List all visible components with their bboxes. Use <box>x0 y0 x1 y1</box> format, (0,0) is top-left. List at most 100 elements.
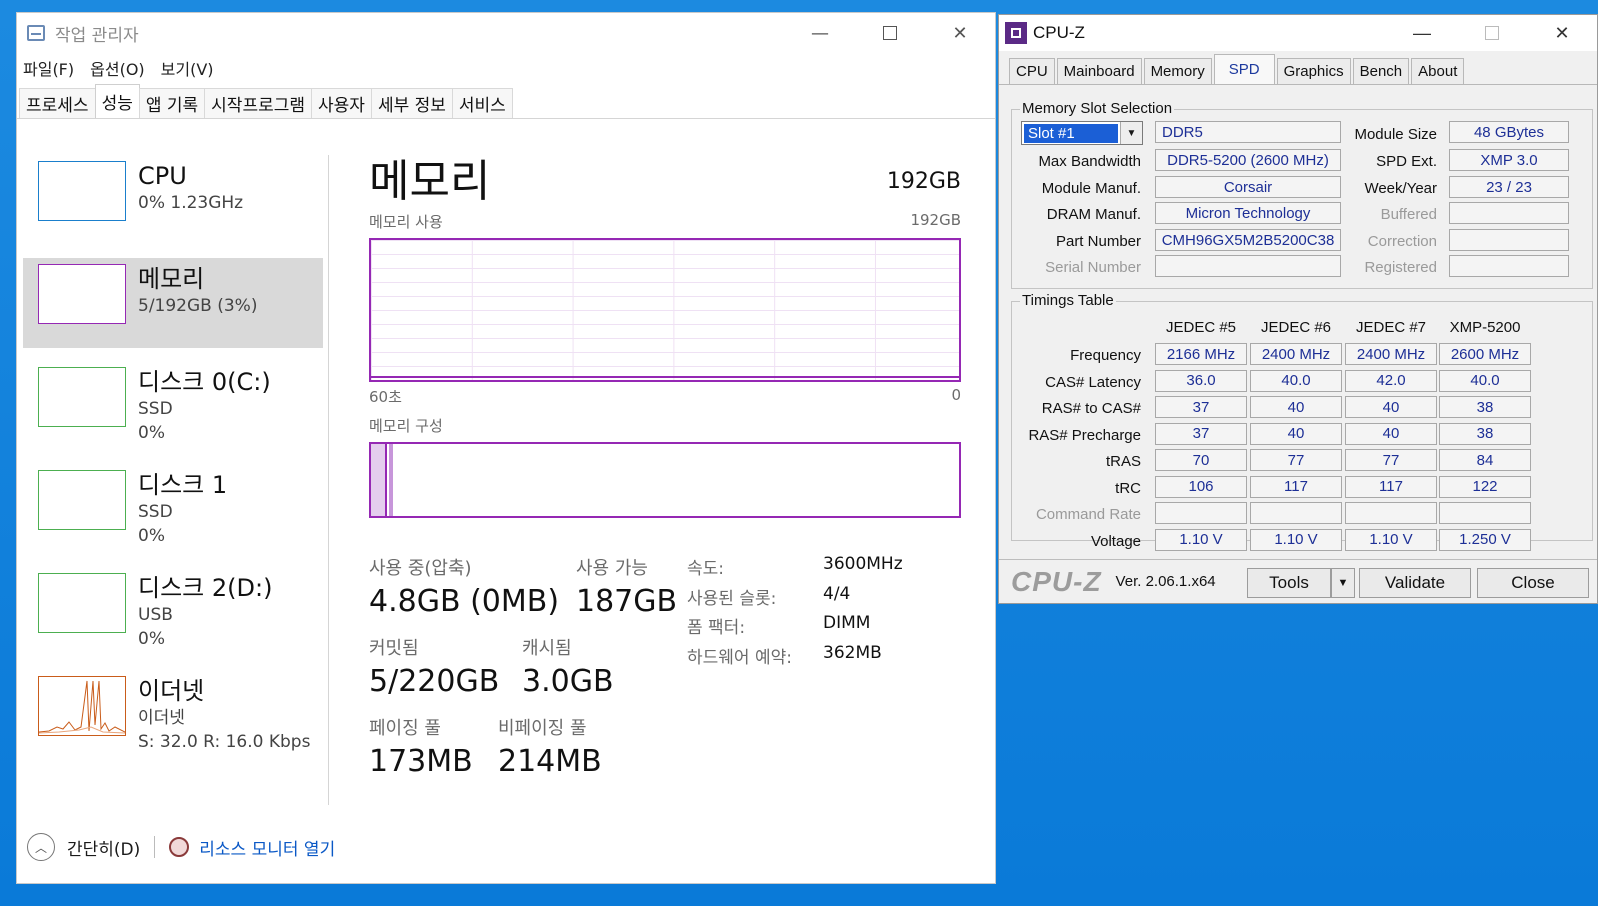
timing-cell: 1.10 V <box>1250 528 1342 551</box>
dram-manuf-label: DRAM Manuf. <box>1046 206 1141 223</box>
spd-ext-field: XMP 3.0 <box>1449 149 1569 171</box>
stat-value: 3.0GB <box>522 664 614 699</box>
title-bar[interactable]: 작업 관리자 — ✕ <box>17 13 995 53</box>
cpu-thumbnail <box>38 161 126 221</box>
cpuz-tab-memory[interactable]: Memory <box>1143 58 1212 84</box>
tab-startup[interactable]: 시작프로그램 <box>204 88 313 118</box>
timing-cell: 1.10 V <box>1155 528 1247 551</box>
memory-composition-bar <box>369 442 961 518</box>
cpuz-title-bar[interactable]: CPU-Z — ✕ <box>999 15 1597 51</box>
tab-app-history[interactable]: 앱 기록 <box>138 88 206 118</box>
resource-throughput: S: 32.0 R: 16.0 Kbps <box>138 732 311 752</box>
ethernet-mini-graph <box>39 680 125 734</box>
timing-cell: 40.0 <box>1439 369 1531 392</box>
timing-cell: 77 <box>1250 449 1342 471</box>
close-app-button[interactable]: Close <box>1477 568 1589 598</box>
resource-monitor-icon <box>169 837 190 857</box>
resource-memory[interactable]: 메모리 5/192GB (3%) <box>23 258 323 348</box>
stat-in-use: 사용 중(압축) 4.8GB (0MB) <box>369 554 559 619</box>
tab-users[interactable]: 사용자 <box>311 88 372 118</box>
menu-options[interactable]: 옵션(O) <box>90 56 145 80</box>
max-bandwidth-label: Max Bandwidth <box>1038 153 1141 170</box>
timing-cell: 40 <box>1250 396 1342 418</box>
resource-cpu[interactable]: CPU 0% 1.23GHz <box>23 155 323 245</box>
timing-cell: 117 <box>1345 475 1437 498</box>
tab-services[interactable]: 서비스 <box>451 88 513 118</box>
stat-label: 사용 중(압축) <box>369 558 472 579</box>
cpuz-maximize-button[interactable] <box>1457 15 1527 51</box>
tools-button[interactable]: Tools <box>1247 568 1331 598</box>
memory-thumbnail <box>38 264 126 324</box>
cpuz-tab-cpu[interactable]: CPU <box>1009 58 1055 84</box>
resource-disk-0[interactable]: 디스크 0(C:) SSD 0% <box>23 361 323 451</box>
timing-cell: 106 <box>1155 475 1247 498</box>
collapse-chevron-icon[interactable]: ︿ <box>27 833 55 861</box>
cpuz-tab-bench[interactable]: Bench <box>1352 58 1410 84</box>
part-number-label: Part Number <box>1055 233 1141 250</box>
tools-dropdown-button[interactable]: ▼ <box>1331 568 1355 598</box>
open-resource-monitor-link[interactable]: 리소스 모니터 열기 <box>199 835 335 860</box>
usage-line <box>371 376 959 378</box>
cpuz-close-button[interactable]: ✕ <box>1527 15 1597 51</box>
timing-row-label: Voltage <box>1090 532 1141 550</box>
timing-cell: 2600 MHz <box>1439 343 1531 365</box>
cpuz-tab-strip: CPU Mainboard Memory SPD Graphics Bench … <box>999 51 1597 85</box>
task-manager-window: 작업 관리자 — ✕ 파일(F) 옵션(O) 보기(V) 프로세스 성능 앱 기… <box>16 12 996 884</box>
maximize-button[interactable] <box>855 13 925 53</box>
tools-label: Tools <box>1269 573 1309 592</box>
cpuz-version: Ver. 2.06.1.x64 <box>1115 573 1216 590</box>
serial-number-field <box>1155 255 1341 277</box>
timing-cell: 2166 MHz <box>1155 343 1247 365</box>
page-title: 메모리 <box>369 156 491 207</box>
week-year-field: 23 / 23 <box>1449 176 1569 198</box>
resource-ethernet[interactable]: 이더넷 이더넷 S: 32.0 R: 16.0 Kbps <box>23 670 323 760</box>
timing-column-header: XMP-5200 <box>1449 319 1521 336</box>
dropdown-arrow-icon: ▼ <box>1120 122 1142 144</box>
tab-details[interactable]: 세부 정보 <box>370 88 453 118</box>
serial-number-label: Serial Number <box>1045 259 1141 276</box>
stat-paged-pool: 페이징 풀 173MB <box>369 714 473 779</box>
tab-performance[interactable]: 성능 <box>94 84 140 118</box>
timing-row-label: tRC <box>1115 479 1141 497</box>
cpuz-app-icon <box>1005 22 1027 44</box>
cpuz-window-title: CPU-Z <box>1033 23 1085 42</box>
spec-key: 하드웨어 예약: <box>687 647 792 668</box>
menu-view[interactable]: 보기(V) <box>161 56 214 80</box>
spec-value: 3600MHz <box>823 554 903 574</box>
axis-left-label: 60초 <box>369 388 402 406</box>
memory-specs: 속도: 3600MHz 사용된 슬롯: 4/4 폼 팩터: DIMM 하드웨어 예약:… <box>687 554 903 672</box>
correction-label: Correction <box>1367 233 1437 250</box>
slot-select[interactable]: Slot #1 ▼ <box>1021 121 1143 145</box>
menu-file[interactable]: 파일(F) <box>23 56 74 80</box>
resource-name: 디스크 0(C:) <box>138 368 271 396</box>
tab-processes[interactable]: 프로세스 <box>19 88 96 118</box>
timing-column-header: JEDEC #6 <box>1260 319 1332 336</box>
spec-key: 사용된 슬롯: <box>687 588 777 609</box>
stat-value: 173MB <box>369 744 473 779</box>
resource-disk-2[interactable]: 디스크 2(D:) USB 0% <box>23 567 323 657</box>
spec-value: DIMM <box>823 613 871 633</box>
resource-name: 이더넷 <box>138 677 205 705</box>
stat-label: 페이징 풀 <box>369 718 441 739</box>
close-button[interactable]: ✕ <box>925 13 995 53</box>
cpuz-tab-graphics[interactable]: Graphics <box>1276 58 1351 84</box>
resource-disk-1[interactable]: 디스크 1 SSD 0% <box>23 464 323 554</box>
cpuz-minimize-button[interactable]: — <box>1387 15 1457 51</box>
footer-bar: ︿ 간단히(D) 리소스 모니터 열기 <box>27 833 335 861</box>
disk0-thumbnail <box>38 367 126 427</box>
cpuz-tab-spd[interactable]: SPD <box>1213 54 1275 84</box>
dram-manuf-field: Micron Technology <box>1155 202 1341 224</box>
cpuz-tab-about[interactable]: About <box>1411 58 1465 84</box>
validate-button[interactable]: Validate <box>1359 568 1471 598</box>
spec-key: 속도: <box>687 559 725 579</box>
resource-name: 디스크 1 <box>138 471 228 499</box>
window-title: 작업 관리자 <box>55 25 139 46</box>
fewer-details-link[interactable]: 간단히(D) <box>67 835 140 860</box>
memory-usage-graph <box>369 238 961 382</box>
timing-cell: 42.0 <box>1345 369 1437 392</box>
timing-row-label: tRAS <box>1105 453 1141 470</box>
cpuz-tab-mainboard[interactable]: Mainboard <box>1056 58 1142 84</box>
disk2-thumbnail <box>38 573 126 633</box>
minimize-button[interactable]: — <box>785 13 855 53</box>
resource-type: SSD <box>138 399 173 419</box>
